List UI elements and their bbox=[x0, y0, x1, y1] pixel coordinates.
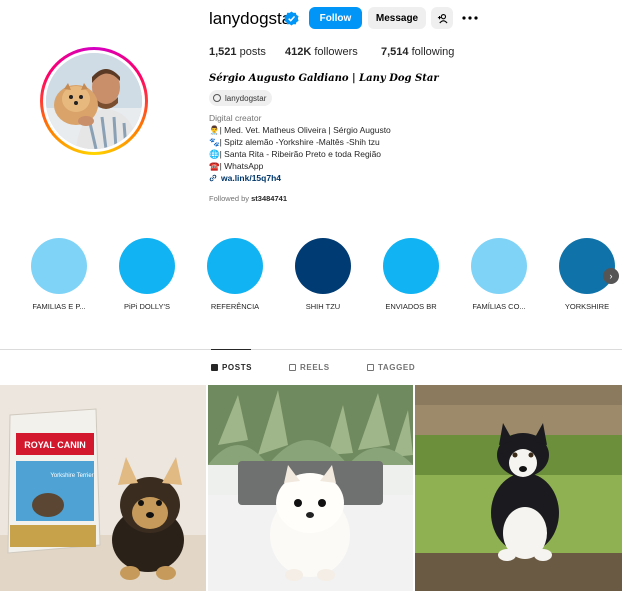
active-tab-indicator bbox=[211, 349, 251, 350]
highlight-circle[interactable] bbox=[31, 238, 87, 294]
profile-bio: Digital creator 👨‍⚕️| Med. Vet. Matheus … bbox=[209, 112, 391, 184]
bio-line: 🌐| Santa Rita - Ribeirão Preto e toda Re… bbox=[209, 149, 382, 159]
threads-handle: lanydogstar bbox=[225, 93, 267, 103]
highlight-label: FAMILIAS E P... bbox=[32, 302, 86, 311]
highlight-label: YORKSHIRE bbox=[564, 302, 610, 311]
link-icon bbox=[209, 174, 217, 182]
tab-reels[interactable]: REELS bbox=[289, 363, 330, 372]
posts-count: 1,521 posts bbox=[209, 46, 266, 58]
highlight-circle[interactable] bbox=[207, 238, 263, 294]
threads-badge[interactable]: lanydogstar bbox=[209, 90, 273, 106]
profile-avatar[interactable] bbox=[40, 47, 148, 155]
profile-stats: 1,521 posts 412K followers 7,514 followi… bbox=[209, 46, 469, 60]
verified-badge-icon bbox=[284, 11, 299, 26]
suggested-accounts-button[interactable] bbox=[431, 7, 453, 29]
profile-category: Digital creator bbox=[209, 113, 262, 123]
bio-line: ☎️| WhatsApp bbox=[209, 161, 264, 171]
post-thumbnail[interactable]: ROYAL CANIN Yorkshire Terrier bbox=[0, 385, 206, 591]
more-options-button[interactable] bbox=[459, 7, 481, 29]
post-image-husky bbox=[415, 385, 622, 591]
threads-icon bbox=[213, 94, 221, 102]
followed-by[interactable]: Followed by st3484741 bbox=[209, 194, 287, 203]
tab-tagged[interactable]: TAGGED bbox=[367, 363, 415, 372]
more-icon bbox=[462, 16, 478, 20]
package-brand-text: ROYAL CANIN bbox=[24, 440, 86, 450]
post-image-pomeranian bbox=[208, 385, 413, 591]
following-count[interactable]: 7,514 following bbox=[381, 46, 454, 58]
post-image-yorkshire: ROYAL CANIN Yorkshire Terrier bbox=[0, 385, 206, 591]
highlights-next-button[interactable]: › bbox=[603, 268, 619, 284]
post-thumbnail[interactable] bbox=[415, 385, 622, 591]
chevron-right-icon: › bbox=[609, 271, 613, 281]
tagged-icon bbox=[367, 364, 374, 371]
highlight-circle[interactable] bbox=[295, 238, 351, 294]
profile-link[interactable]: wa.link/15q7h4 bbox=[221, 172, 281, 184]
post-thumbnail[interactable] bbox=[208, 385, 413, 591]
highlight-label: PiPi DOLLY'S bbox=[124, 302, 170, 311]
highlight-circle[interactable] bbox=[119, 238, 175, 294]
tabs-divider bbox=[0, 349, 622, 350]
followers-count[interactable]: 412K followers bbox=[285, 46, 358, 58]
follow-button[interactable]: Follow bbox=[309, 7, 362, 29]
tab-posts[interactable]: POSTS bbox=[211, 363, 252, 372]
highlight-label: ENVIADOS BR bbox=[385, 302, 437, 311]
add-user-icon bbox=[437, 13, 448, 23]
highlight-circle[interactable] bbox=[559, 238, 615, 294]
highlight-label: REFERÊNCIA bbox=[210, 302, 260, 311]
highlight-circle[interactable] bbox=[383, 238, 439, 294]
message-button[interactable]: Message bbox=[368, 7, 426, 29]
highlight-label: SHIH TZU bbox=[305, 302, 341, 311]
avatar-image bbox=[46, 53, 142, 149]
reels-icon bbox=[289, 364, 296, 371]
highlight-circle[interactable] bbox=[471, 238, 527, 294]
package-product-text: Yorkshire Terrier bbox=[50, 473, 93, 479]
highlight-label: FAMÍLIAS CO... bbox=[472, 302, 526, 311]
bio-line: 👨‍⚕️| Med. Vet. Matheus Oliveira | Sérgi… bbox=[209, 125, 391, 135]
profile-full-name: Sérgio Augusto Galdiano | Lany Dog Star bbox=[209, 73, 439, 84]
grid-icon bbox=[211, 364, 218, 371]
bio-line: 🐾| Spitz alemão -Yorkshire -Maltês -Shih… bbox=[209, 137, 380, 147]
